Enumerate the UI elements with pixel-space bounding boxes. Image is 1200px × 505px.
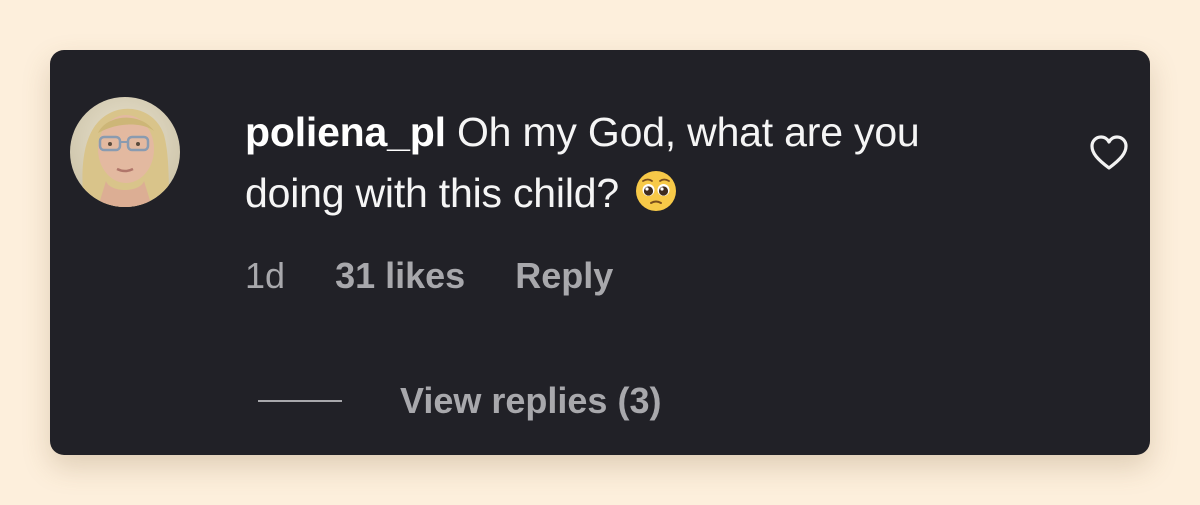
- avatar[interactable]: [70, 97, 180, 207]
- heart-outline-icon[interactable]: [1087, 133, 1131, 173]
- view-replies-button[interactable]: View replies (3): [400, 380, 661, 422]
- replies-divider-line: [258, 400, 342, 402]
- comment-meta: 1d 31 likes Reply: [245, 255, 653, 297]
- comment-timestamp: 1d: [245, 255, 286, 296]
- comment-username[interactable]: poliena_pl: [245, 109, 446, 155]
- reply-button[interactable]: Reply: [515, 255, 613, 296]
- comment-card: poliena_pl Oh my God, what are you doing…: [50, 50, 1150, 455]
- comment-likes-count[interactable]: 31 likes: [335, 255, 465, 296]
- avatar-image: [70, 97, 180, 207]
- comment-body: poliena_pl Oh my God, what are you doing…: [245, 102, 1025, 230]
- pleading-face-emoji-icon: [634, 169, 678, 230]
- view-replies-row[interactable]: View replies (3): [258, 378, 661, 424]
